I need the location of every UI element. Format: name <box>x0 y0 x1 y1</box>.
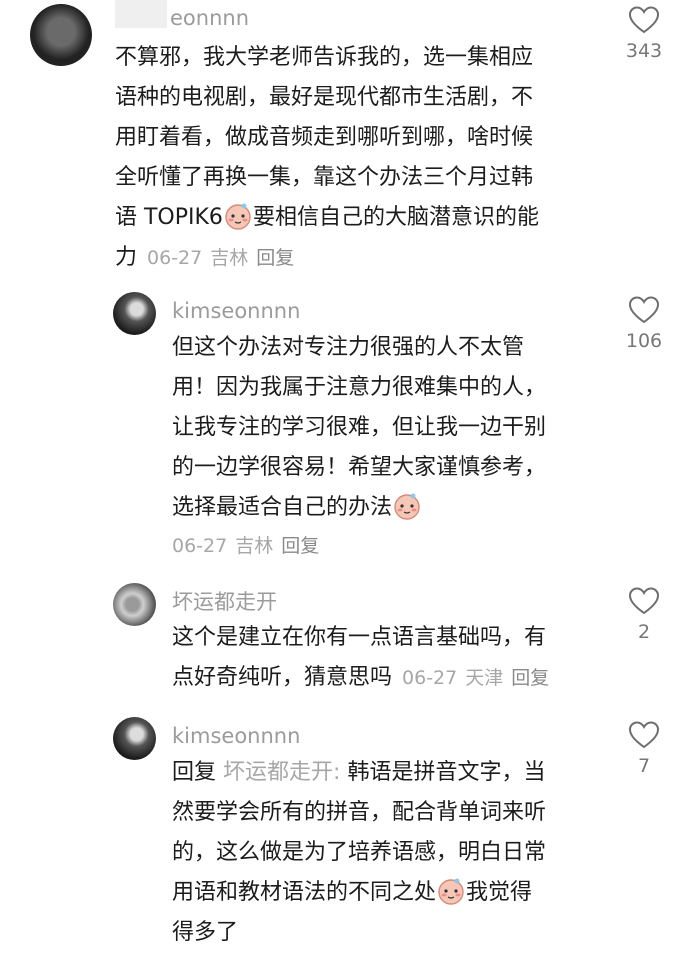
comment-line: 全听懂了再换一集，靠这个办法三个月过韩 <box>115 165 534 190</box>
like-count: 2 <box>637 621 651 643</box>
comment-text: 这个是建立在你有一点语言基础吗，有 点好奇纯听，猜意思吗 06-27 天津 回复 <box>172 618 602 698</box>
comment-line: 的一边学很容易！希望大家谨慎参考， <box>172 455 547 480</box>
username[interactable]: 坏运都走开 <box>172 588 277 616</box>
comment-line: 然要学会所有的拼音，配合背单词来听 <box>172 800 547 825</box>
comment-segment: 语 TOPIK6 <box>115 205 223 230</box>
blush-emoji-icon <box>394 493 420 520</box>
username[interactable]: kimseonnnn <box>172 722 300 750</box>
reply-target-user[interactable]: 坏运都走开: <box>223 760 340 785</box>
comment-segment: 用语和教材语法的不同之处 <box>172 880 437 905</box>
comment-segment: 要相信自己的大脑潜意识的能 <box>252 205 539 230</box>
comment-line: 点好奇纯听，猜意思吗 06-27 天津 回复 <box>172 658 602 698</box>
comment-meta: 06-27 吉林 回复 <box>147 247 294 269</box>
like-count: 343 <box>625 40 663 62</box>
comment-line: 回复 坏运都走开: 韩语是拼音文字，当 <box>172 753 602 793</box>
comment-line: 用！因为我属于注意力很难集中的人， <box>172 375 547 400</box>
comment-line: 语种的电视剧，最好是现代都市生活剧，不 <box>115 85 534 110</box>
username[interactable]: eonnnn <box>170 4 249 32</box>
like-count: 7 <box>637 755 651 777</box>
like-count: 106 <box>625 330 663 352</box>
comment-text: 不算邪，我大学老师告诉我的，选一集相应 语种的电视剧，最好是现代都市生活剧，不 … <box>115 38 595 278</box>
avatar[interactable] <box>30 4 92 66</box>
username-mask <box>115 0 167 28</box>
heart-icon <box>629 587 659 615</box>
comment-location: 天津 <box>465 667 504 689</box>
comment-line: 用语和教材语法的不同之处 我觉得 <box>172 873 602 913</box>
like-button[interactable]: 2 <box>614 587 674 645</box>
avatar[interactable] <box>113 583 156 626</box>
comment-segment: 点好奇纯听，猜意思吗 <box>172 665 393 690</box>
comment-line: 语 TOPIK6 要相信自己的大脑潜意识的能 <box>115 198 595 238</box>
heart-icon <box>629 6 659 34</box>
reply-button[interactable]: 回复 <box>281 535 319 557</box>
username[interactable]: kimseonnnn <box>172 297 300 325</box>
avatar[interactable] <box>113 717 156 760</box>
blush-emoji-icon <box>225 203 251 230</box>
comment-line: 的，这么做是为了培养语感，明白日常 <box>172 840 547 865</box>
like-button[interactable]: 106 <box>614 296 674 354</box>
comment-location: 吉林 <box>210 247 249 269</box>
comment-segment: 我觉得 <box>466 880 533 905</box>
comment-line: 得多了 <box>172 920 239 945</box>
comment-location: 吉林 <box>235 535 274 557</box>
comment-segment: 选择最适合自己的办法 <box>172 495 393 520</box>
comment-line: 让我专注的学习很难，但让我一边干别 <box>172 415 547 440</box>
heart-icon <box>629 721 659 749</box>
like-button[interactable]: 343 <box>614 6 674 64</box>
comment-line: 用盯着看，做成音频走到哪听到哪，啥时候 <box>115 125 534 150</box>
avatar[interactable] <box>113 292 156 335</box>
comment-line: 力 06-27 吉林 回复 <box>115 238 595 278</box>
comment-date: 06-27 <box>147 247 203 269</box>
comment-line: 但这个办法对专注力很强的人不太管 <box>172 335 525 360</box>
comment-line: 选择最适合自己的办法 <box>172 488 602 528</box>
comment-text: 但这个办法对专注力很强的人不太管 用！因为我属于注意力很难集中的人， 让我专注的… <box>172 328 602 528</box>
comment-text: 回复 坏运都走开: 韩语是拼音文字，当 然要学会所有的拼音，配合背单词来听 的，… <box>172 753 602 953</box>
reply-button[interactable]: 回复 <box>511 667 549 689</box>
comment-date: 06-27 <box>172 535 228 557</box>
comment-segment: 韩语是拼音文字，当 <box>347 760 546 785</box>
comment-meta: 06-27 吉林 回复 <box>172 531 319 558</box>
reply-button[interactable]: 回复 <box>256 247 294 269</box>
comment-line: 这个是建立在你有一点语言基础吗，有 <box>172 625 547 650</box>
comment-line: 不算邪，我大学老师告诉我的，选一集相应 <box>115 45 534 70</box>
like-button[interactable]: 7 <box>614 721 674 779</box>
heart-icon <box>629 296 659 324</box>
comment-date: 06-27 <box>402 667 458 689</box>
comment-segment: 力 <box>115 245 138 270</box>
reply-prefix: 回复 <box>172 760 217 785</box>
comment-meta: 06-27 天津 回复 <box>402 667 549 689</box>
blush-emoji-icon <box>438 878 464 905</box>
